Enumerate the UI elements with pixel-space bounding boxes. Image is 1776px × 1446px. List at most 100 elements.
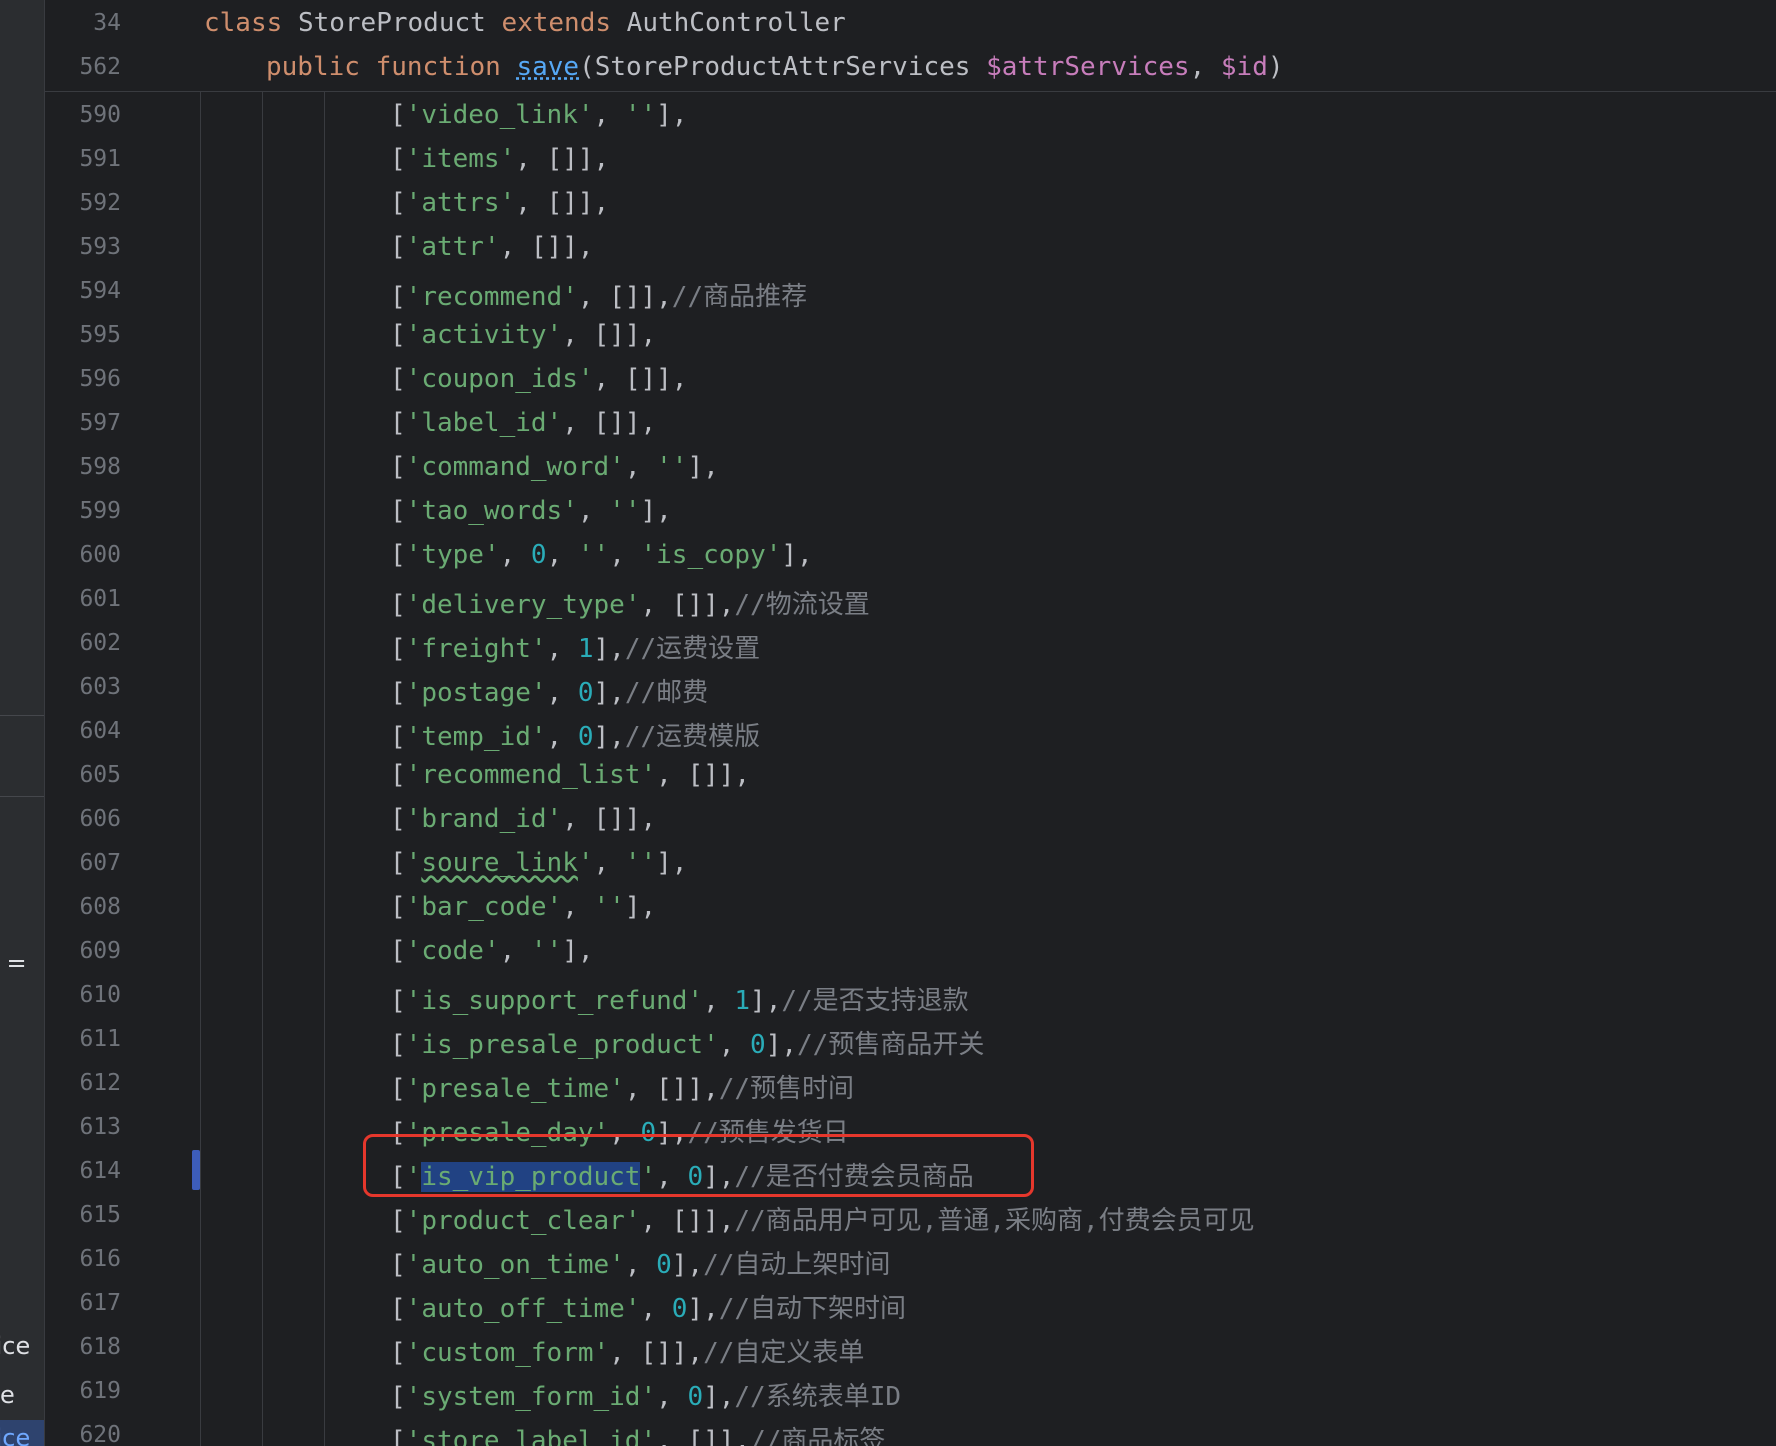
line-comment: //是否支持退款 bbox=[781, 986, 969, 1016]
code-line[interactable]: ['store_label_id', []],//商品标签 bbox=[390, 1420, 885, 1446]
variable: $id bbox=[1220, 52, 1268, 82]
comma: , bbox=[562, 408, 594, 438]
array-value: [] bbox=[624, 364, 657, 394]
line-comment: //商品推荐 bbox=[671, 282, 808, 312]
keyword: class bbox=[204, 8, 283, 38]
code-line[interactable]: ['coupon_ids', []], bbox=[390, 364, 687, 394]
code-line[interactable]: ['auto_off_time', 0],//自动下架时间 bbox=[390, 1288, 906, 1325]
code-line[interactable]: ['product_clear', []],//商品用户可见,普通,采购商,付费… bbox=[390, 1200, 1255, 1237]
code-line[interactable]: ['brand_id', []], bbox=[390, 804, 656, 834]
vcs-change-marker[interactable] bbox=[192, 1150, 200, 1190]
array-key: attr bbox=[421, 232, 484, 262]
code-line[interactable]: ['command_word', ''], bbox=[390, 452, 719, 482]
function-name[interactable]: save bbox=[516, 52, 579, 82]
array-key: command_word bbox=[421, 452, 610, 482]
array-key-string: 'is_support_refund' bbox=[405, 986, 704, 1016]
code-line[interactable]: ['recommend_list', []], bbox=[390, 760, 750, 790]
array-key-string: 'presale_day' bbox=[405, 1118, 610, 1148]
array-key-string: 'temp_id' bbox=[405, 722, 547, 752]
array-key-string: 'label_id' bbox=[405, 408, 563, 438]
project-tree-item-fragment[interactable]: g = bbox=[0, 949, 27, 977]
line-number: 605 bbox=[79, 762, 121, 788]
code-line[interactable]: ['temp_id', 0],//运费模版 bbox=[390, 716, 760, 753]
project-tool-panel[interactable]: g = vice e vice bbox=[0, 0, 45, 1446]
code-line[interactable]: ['postage', 0],//邮费 bbox=[390, 672, 708, 709]
sticky-scroll-header[interactable]: 34 class StoreProduct extends AuthContro… bbox=[45, 0, 1776, 92]
code-line[interactable]: ['items', []], bbox=[390, 144, 609, 174]
bracket: [ bbox=[390, 848, 406, 878]
code-line[interactable]: ['presale_day', 0],//预售发货日 bbox=[390, 1112, 849, 1149]
sticky-function-line[interactable]: public function save(StoreProductAttrSer… bbox=[266, 52, 1284, 82]
code-editor[interactable]: 34 class StoreProduct extends AuthContro… bbox=[45, 0, 1776, 1446]
code-line[interactable]: ['auto_on_time', 0],//自动上架时间 bbox=[390, 1244, 890, 1281]
bracket: ], bbox=[593, 678, 625, 708]
project-tree-item-fragment[interactable]: vice bbox=[0, 1332, 30, 1360]
bracket: [ bbox=[390, 1206, 406, 1236]
code-line[interactable]: ['type', 0, '', 'is_copy'], bbox=[390, 540, 813, 570]
array-key: auto_off_time bbox=[421, 1294, 625, 1324]
line-number: 620 bbox=[79, 1422, 121, 1446]
code-line[interactable]: ['is_support_refund', 1],//是否支持退款 bbox=[390, 980, 969, 1017]
code-line[interactable]: ['delivery_type', []],//物流设置 bbox=[390, 584, 870, 621]
comma: , bbox=[624, 1250, 657, 1280]
bracket: ], bbox=[703, 1382, 735, 1412]
comma: , bbox=[593, 364, 625, 394]
comma: , bbox=[1189, 52, 1221, 82]
array-value: [] bbox=[687, 760, 719, 790]
code-line[interactable]: ['activity', []], bbox=[390, 320, 656, 350]
parent-class-name: AuthController bbox=[626, 8, 846, 38]
array-key: custom_form bbox=[421, 1338, 594, 1368]
array-key-string: 'store_label_id' bbox=[406, 1426, 656, 1446]
array-key-string: 'activity' bbox=[405, 320, 563, 350]
line-number: 611 bbox=[79, 1026, 121, 1052]
bracket: [ bbox=[390, 232, 406, 262]
array-value: '' bbox=[624, 848, 657, 878]
code-line[interactable]: ['attr', []], bbox=[390, 232, 594, 262]
array-key: store_label_id bbox=[421, 1426, 641, 1446]
array-key-string: 'command_word' bbox=[405, 452, 625, 482]
bracket: ], bbox=[593, 634, 625, 664]
array-value: '' bbox=[624, 100, 657, 130]
array-value: 0 bbox=[577, 678, 594, 708]
project-tree-item-fragment[interactable]: e bbox=[0, 1381, 15, 1409]
line-number: 590 bbox=[79, 102, 121, 128]
sticky-class-line[interactable]: class StoreProduct extends AuthControlle… bbox=[204, 8, 846, 38]
code-line[interactable]: ['soure_link', ''], bbox=[390, 848, 687, 878]
code-line[interactable]: ['custom_form', []],//自定义表单 bbox=[390, 1332, 864, 1369]
code-line[interactable]: ['attrs', []], bbox=[390, 188, 609, 218]
code-line[interactable]: ['label_id', []], bbox=[390, 408, 656, 438]
array-key-string: 'bar_code' bbox=[405, 892, 563, 922]
array-key-string: 'auto_off_time' bbox=[405, 1294, 641, 1324]
project-tree-item-fragment-selected[interactable]: vice bbox=[0, 1424, 30, 1446]
array-value: [] bbox=[656, 1074, 688, 1104]
array-value: 0 bbox=[750, 1030, 766, 1060]
bracket: ], bbox=[687, 1074, 719, 1104]
line-comment: //商品用户可见,普通,采购商,付费会员可见 bbox=[734, 1206, 1255, 1236]
bracket: [ bbox=[390, 722, 406, 752]
code-line[interactable]: ['code', ''], bbox=[390, 936, 594, 966]
code-line[interactable]: ['tao_words', ''], bbox=[390, 496, 672, 526]
array-key-string: 'custom_form' bbox=[405, 1338, 610, 1368]
line-number: 599 bbox=[79, 498, 121, 524]
comma: , bbox=[640, 1294, 672, 1324]
array-key: items bbox=[421, 144, 500, 174]
comma: , bbox=[546, 722, 578, 752]
code-line[interactable]: ['recommend', []],//商品推荐 bbox=[390, 276, 807, 313]
line-comment: //自动下架时间 bbox=[718, 1294, 907, 1324]
bracket: [ bbox=[390, 986, 406, 1016]
code-line[interactable]: ['presale_time', []],//预售时间 bbox=[390, 1068, 854, 1105]
code-line[interactable]: ['video_link', ''], bbox=[390, 100, 687, 130]
line-number: 608 bbox=[79, 894, 121, 920]
array-key-string: 'recommend_list' bbox=[405, 760, 657, 790]
code-line[interactable]: ['is_presale_product', 0],//预售商品开关 bbox=[390, 1024, 984, 1061]
code-line[interactable]: ['bar_code', ''], bbox=[390, 892, 656, 922]
line-number: 603 bbox=[79, 674, 121, 700]
bracket: [ bbox=[390, 1074, 406, 1104]
code-line[interactable]: ['freight', 1],//运费设置 bbox=[390, 628, 760, 665]
code-line[interactable]: ['system_form_id', 0],//系统表单ID bbox=[390, 1376, 901, 1413]
array-value: [] bbox=[530, 232, 563, 262]
array-key-string: 'type' bbox=[405, 540, 500, 570]
code-line[interactable]: ['is_vip_product', 0],//是否付费会员商品 bbox=[390, 1156, 974, 1193]
panel-divider bbox=[0, 796, 44, 797]
array-key: brand_id bbox=[421, 804, 547, 834]
